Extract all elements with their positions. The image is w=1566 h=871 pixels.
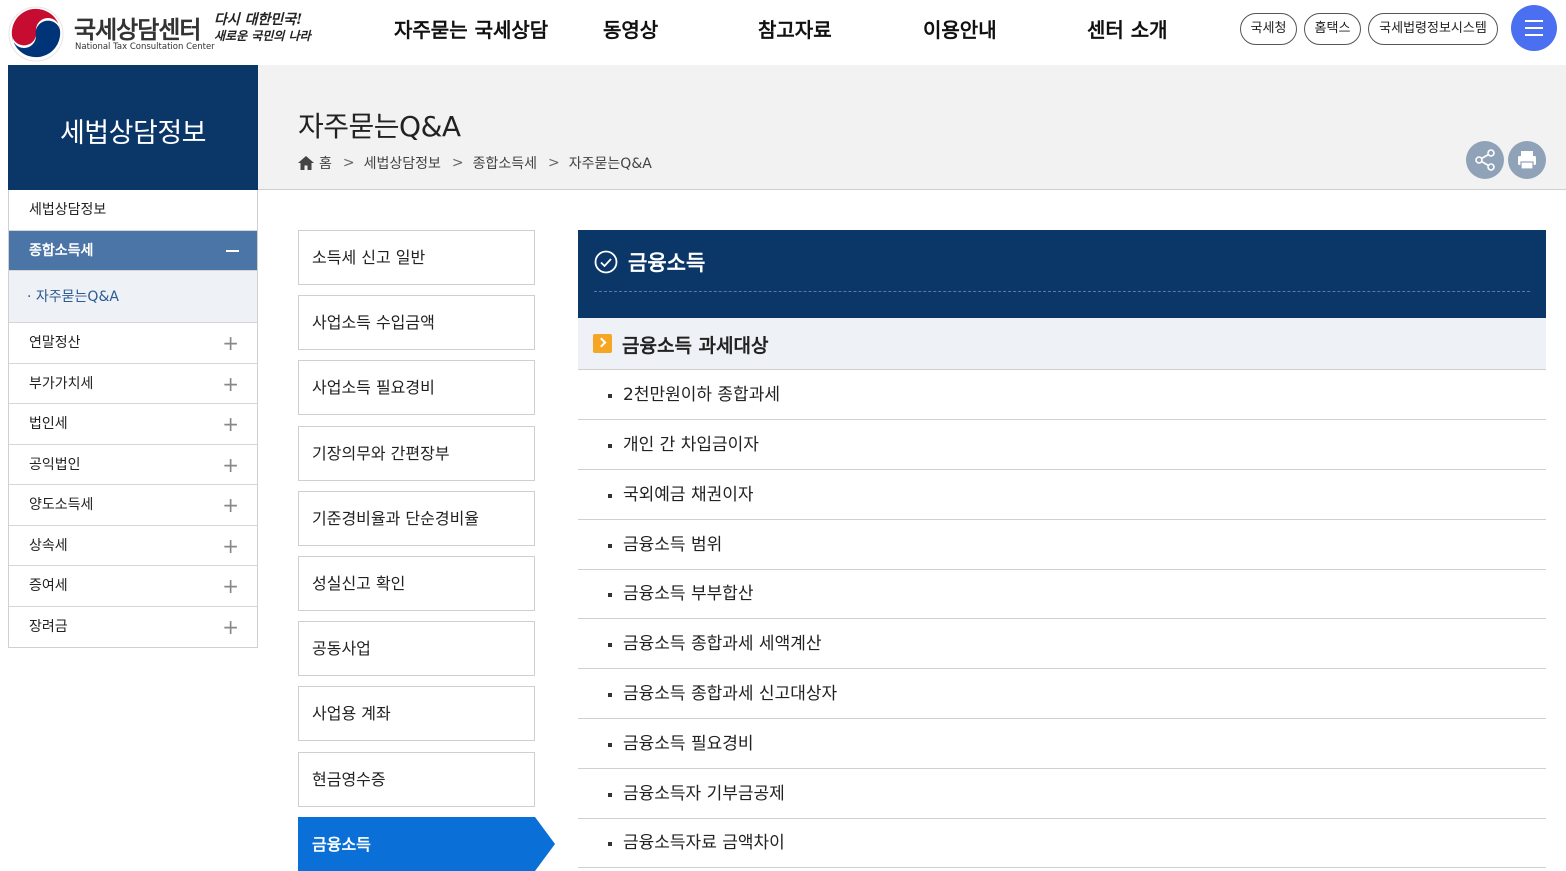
site-logo[interactable]: 국세상담센터 National Tax Consultation Center … — [8, 4, 318, 62]
nav-video[interactable]: 동영상 — [603, 14, 658, 43]
nav-guide[interactable]: 이용안내 — [923, 14, 997, 43]
category-expense-rates[interactable]: 기준경비율과 단순경비율 — [298, 491, 535, 546]
hometax-link-button[interactable]: 홈택스 — [1304, 13, 1361, 45]
share-icon — [1475, 149, 1495, 171]
breadcrumb-tax-info[interactable]: 세법상담정보 — [364, 153, 441, 173]
content-header: 자주묻는Q&A 홈 > 세법상담정보 > 종합소득세 > 자주묻는Q&A — [258, 65, 1566, 190]
hamburger-menu-button[interactable] — [1511, 5, 1557, 51]
panel-subheader: 금융소득 과세대상 — [578, 318, 1546, 370]
sidebar-item-corporate-tax[interactable]: 법인세 + — [9, 404, 257, 445]
qa-item[interactable]: 금융소득 부부합산 — [578, 569, 1546, 619]
sidebar-nav: 세법상담정보 종합소득세 · 자주묻는Q&A 연말정산 + 부가가치세 + 법인세 +… — [8, 190, 258, 648]
print-icon — [1518, 151, 1536, 170]
hamburger-icon-bar — [1525, 27, 1543, 29]
plus-icon: + — [222, 614, 239, 639]
qa-item[interactable]: 금융소득 범위 — [578, 520, 1546, 570]
qa-item[interactable]: 금융소득자 기부금공제 — [578, 769, 1546, 819]
sidebar-item-label: 장려금 — [29, 618, 68, 635]
qa-item[interactable]: 2천만원이하 종합과세 — [578, 370, 1546, 420]
plus-icon: + — [222, 452, 239, 477]
chevron-right-icon — [593, 334, 612, 353]
plus-icon: + — [222, 493, 239, 517]
chevron-right-icon: > — [342, 155, 355, 171]
sidebar-title-box: 세법상담정보 — [8, 65, 258, 190]
slogan-line-1: 다시 대한민국! — [214, 12, 303, 28]
sidebar-item-label: 증여세 — [29, 578, 68, 594]
hamburger-icon-bar — [1525, 34, 1543, 36]
plus-icon: + — [222, 412, 239, 436]
sidebar-item-label: 법인세 — [29, 416, 68, 432]
logo-name: 국세상담센터 — [74, 16, 201, 44]
page-title: 자주묻는Q&A — [298, 110, 461, 143]
category-business-expenses[interactable]: 사업소득 필요경비 — [298, 360, 535, 415]
sidebar-item-label: 상속세 — [29, 537, 68, 554]
plus-icon: + — [222, 533, 239, 558]
sidebar-item-gift-tax[interactable]: 증여세 + — [9, 566, 257, 607]
print-button[interactable] — [1508, 141, 1546, 179]
chevron-right-icon: > — [451, 155, 464, 171]
qa-item[interactable]: 금융소득 종합과세 신고대상자 — [578, 669, 1546, 719]
qa-item[interactable]: 개인 간 차입금이자 — [578, 420, 1546, 470]
sidebar-subitem-faq[interactable]: · 자주묻는Q&A — [9, 271, 257, 323]
logo-slogan: 다시 대한민국! 새로운 국민의 나라 — [214, 12, 314, 44]
sidebar-item-vat[interactable]: 부가가치세 + — [9, 364, 257, 404]
breadcrumb-home[interactable]: 홈 — [319, 153, 332, 173]
category-joint-business[interactable]: 공동사업 — [298, 621, 535, 676]
logo-english-name: National Tax Consultation Center — [75, 42, 215, 52]
nts-link-button[interactable]: 국세청 — [1240, 13, 1297, 45]
site-header: 국세상담센터 National Tax Consultation Center … — [0, 0, 1566, 65]
active-category-arrow — [535, 817, 555, 871]
panel-title: 금융소득 — [628, 251, 706, 275]
tax-law-system-link-button[interactable]: 국세법령정보시스템 — [1368, 13, 1498, 45]
emblem-icon — [8, 6, 64, 62]
qa-item[interactable]: 국외예금 채권이자 — [578, 470, 1546, 520]
panel-subtitle: 금융소득 과세대상 — [622, 335, 769, 357]
sidebar-item-incentive[interactable]: 장려금 + — [9, 607, 257, 648]
sidebar-item-label: 공익법인 — [29, 456, 81, 473]
nav-faq[interactable]: 자주묻는 국세상담 — [394, 14, 548, 43]
category-cash-receipt[interactable]: 현금영수증 — [298, 752, 535, 807]
sidebar-title: 세법상담정보 — [59, 118, 207, 149]
breadcrumb-current: 자주묻는Q&A — [568, 156, 652, 172]
panel-divider — [594, 291, 1530, 292]
plus-icon: + — [222, 331, 239, 355]
sidebar-item-public-corp[interactable]: 공익법인 + — [9, 445, 257, 485]
sidebar-item-income-tax[interactable]: 종합소득세 — [9, 230, 257, 271]
plus-icon: + — [222, 371, 239, 396]
breadcrumb-income-tax[interactable]: 종합소득세 — [473, 153, 537, 173]
sidebar-item-capital-gains[interactable]: 양도소득세 + — [9, 485, 257, 526]
category-bookkeeping[interactable]: 기장의무와 간편장부 — [298, 426, 535, 481]
sidebar-item-label: 연말정산 — [29, 335, 81, 351]
chevron-right-icon: > — [548, 155, 560, 171]
sidebar-item-label: 양도소득세 — [29, 497, 94, 513]
hamburger-icon — [1525, 20, 1543, 22]
category-faithful-filing[interactable]: 성실신고 확인 — [298, 556, 535, 611]
sidebar-item-year-end[interactable]: 연말정산 + — [9, 323, 257, 364]
nav-references[interactable]: 참고자료 — [758, 14, 832, 43]
plus-icon: + — [222, 574, 239, 598]
qa-item[interactable]: 금융소득 종합과세 세액계산 — [578, 619, 1546, 669]
sidebar-item-tax-info[interactable]: 세법상담정보 — [9, 190, 257, 231]
sidebar-item-label: 종합소득세 — [29, 242, 94, 259]
sidebar-item-label: 세법상담정보 — [29, 202, 107, 218]
category-income-tax-general[interactable]: 소득세 신고 일반 — [298, 230, 535, 285]
category-business-account[interactable]: 사업용 계좌 — [298, 686, 535, 741]
panel-header: 금융소득 — [578, 230, 1546, 318]
sidebar-item-inheritance[interactable]: 상속세 + — [9, 526, 257, 566]
slogan-line-2: 새로운 국민의 나라 — [214, 29, 311, 43]
check-circle-icon — [594, 250, 618, 274]
qa-item[interactable]: 금융소득 필요경비 — [578, 719, 1546, 769]
category-financial-income[interactable]: 금융소득 — [298, 817, 535, 871]
sidebar-subitem-label: 자주묻는Q&A — [35, 289, 119, 305]
minus-icon — [226, 249, 239, 252]
home-icon — [298, 156, 314, 170]
nav-about[interactable]: 센터 소개 — [1087, 14, 1168, 43]
qa-item[interactable]: 금융소득자료 금액차이 — [578, 818, 1546, 868]
breadcrumb: 홈 > 세법상담정보 > 종합소득세 > 자주묻는Q&A — [298, 153, 652, 173]
share-button[interactable] — [1466, 141, 1504, 179]
category-business-revenue[interactable]: 사업소득 수입금액 — [298, 295, 535, 350]
sidebar-item-label: 부가가치세 — [29, 375, 94, 392]
